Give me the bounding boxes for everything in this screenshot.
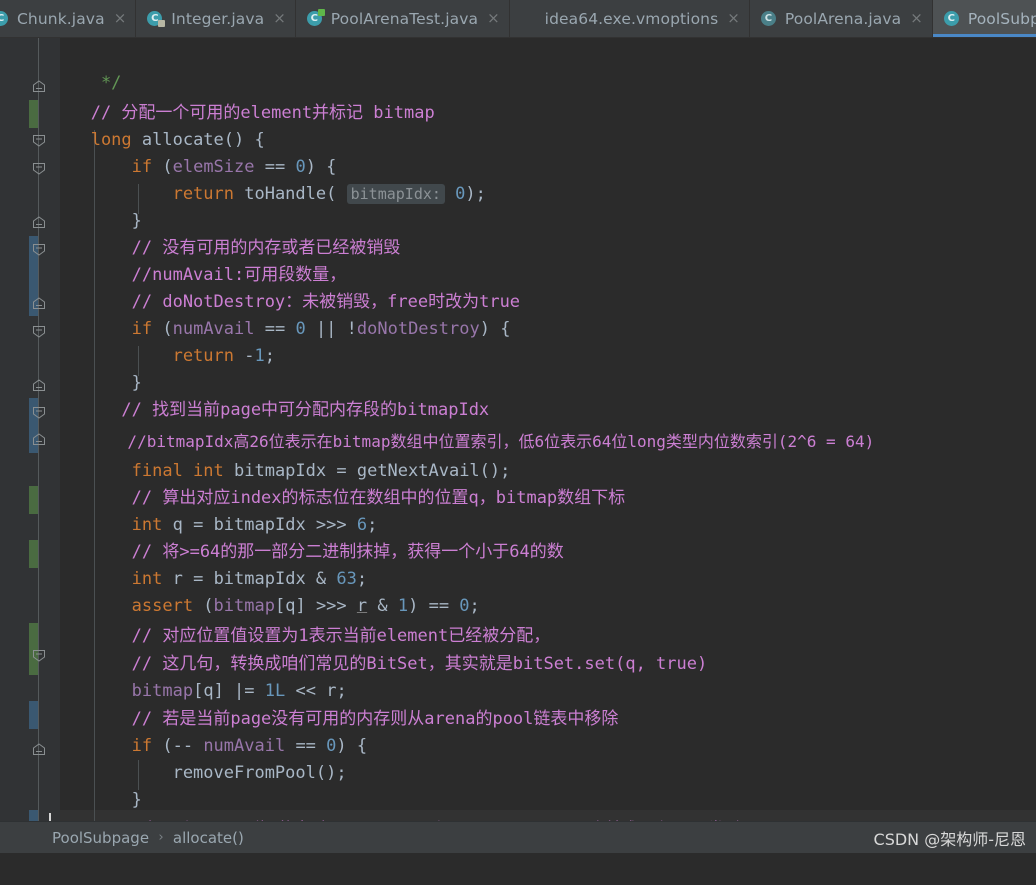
java-test-class-icon: C: [307, 10, 324, 27]
java-class-icon: C: [0, 10, 10, 27]
code-line: // 将>=64的那一部分二进制抹掉，获得一个小于64的数: [60, 539, 564, 566]
code-line: */: [60, 70, 121, 97]
editor-tab-bar[interactable]: C Chunk.java × C Integer.java × C PoolAr…: [0, 0, 1036, 38]
code-fold-handle-expand[interactable]: [32, 243, 46, 256]
code-line: final int bitmapIdx = getNextAvail();: [60, 458, 510, 485]
code-fold-handle-collapse[interactable]: [32, 743, 46, 756]
editor-tab-poolsubpage-java[interactable]: C PoolSubpage.java ×: [933, 0, 1036, 37]
vcs-change-marker-modified[interactable]: [29, 701, 38, 729]
editor-tab-integer-java[interactable]: C Integer.java ×: [136, 0, 296, 37]
code-line: bitmap[q] |= 1L << r;: [60, 678, 347, 705]
code-line: int q = bitmapIdx >>> 6;: [60, 512, 377, 539]
code-line: assert (bitmap[q] >>> r & 1) == 0;: [60, 593, 480, 620]
code-line: if (elemSize == 0) {: [60, 154, 336, 181]
editor-tab-label: PoolArenaTest.java: [331, 10, 478, 28]
code-fold-handle-collapse[interactable]: [32, 80, 46, 93]
code-fold-handle-collapse[interactable]: [32, 433, 46, 446]
breadcrumb[interactable]: PoolSubpage › allocate() CSDN @架构师-尼恩: [0, 821, 1036, 853]
code-line: long allocate() {: [60, 127, 265, 154]
code-line: removeFromPool();: [60, 760, 347, 787]
watermark-text: CSDN @架构师-尼恩: [874, 826, 1026, 850]
tab-close-icon[interactable]: ×: [112, 11, 127, 26]
tab-close-icon[interactable]: ×: [725, 11, 740, 26]
code-line: }: [60, 370, 142, 397]
java-class-library-icon: C: [147, 10, 164, 27]
editor-tab-label: Chunk.java: [17, 10, 105, 28]
breadcrumb-class[interactable]: PoolSubpage: [52, 829, 149, 847]
code-fold-handle-collapse[interactable]: [32, 216, 46, 229]
editor-tab-poolarena-java[interactable]: C PoolArena.java ×: [750, 0, 933, 37]
vcs-change-marker-added[interactable]: [29, 486, 38, 514]
code-line: // 没有可用的内存或者已经被销毁: [60, 235, 400, 262]
vcs-change-marker-added[interactable]: [29, 540, 38, 568]
code-line: // 分配一个可用的element并标记 bitmap: [60, 100, 435, 127]
code-fold-handle-collapse[interactable]: [32, 379, 46, 392]
code-line: // 这几句，转换成咱们常见的BitSet，其实就是bitSet.set(q, …: [60, 651, 707, 678]
editor-tab-label: idea64.exe.vmoptions: [545, 10, 719, 28]
java-class-dim-icon: C: [761, 10, 778, 27]
code-editor[interactable]: */ // 分配一个可用的element并标记 bitmap long allo…: [0, 38, 1036, 853]
tab-close-icon[interactable]: ×: [908, 11, 923, 26]
code-fold-handle-expand[interactable]: [32, 406, 46, 419]
code-fold-handle-expand[interactable]: [32, 325, 46, 338]
code-line: //numAvail:可用段数量，: [60, 262, 346, 289]
code-line: // 对应位置值设置为1表示当前element已经被分配，: [60, 623, 550, 650]
editor-tab-label: PoolSubpage.java: [968, 10, 1036, 28]
code-line: //bitmapIdx高26位表示在bitmap数组中位置索引，低6位表示64位…: [60, 428, 874, 455]
tab-close-icon[interactable]: ×: [485, 11, 500, 26]
editor-gutter[interactable]: [0, 38, 60, 853]
code-line: if (numAvail == 0 || !doNotDestroy) {: [60, 316, 510, 343]
editor-tab-chunk-java[interactable]: C Chunk.java ×: [0, 0, 136, 37]
editor-tab-poolarenatest-java[interactable]: C PoolArenaTest.java ×: [296, 0, 510, 37]
code-line: return toHandle( bitmapIdx: 0);: [60, 181, 486, 208]
code-fold-handle-collapse[interactable]: [32, 297, 46, 310]
parameter-hint: bitmapIdx:: [347, 184, 445, 204]
code-text-area[interactable]: */ // 分配一个可用的element并标记 bitmap long allo…: [60, 38, 1036, 853]
editor-tab-idea64-vmoptions[interactable]: idea64.exe.vmoptions ×: [510, 0, 750, 37]
vcs-change-marker-added[interactable]: [29, 100, 38, 128]
code-line: // 算出对应index的标志位在数组中的位置q，bitmap数组下标: [60, 485, 625, 512]
code-line: }: [60, 787, 142, 814]
code-line: int r = bitmapIdx & 63;: [60, 566, 367, 593]
editor-tab-label: Integer.java: [171, 10, 264, 28]
code-line: return -1;: [60, 343, 275, 370]
code-fold-handle-expand[interactable]: [32, 649, 46, 662]
code-fold-handle-expand[interactable]: [32, 162, 46, 175]
code-line: // 若是当前page没有可用的内存则从arena的pool链表中移除: [60, 706, 618, 733]
code-line: // doNotDestroy：未被销毁，free时改为true: [60, 289, 520, 316]
code-fold-handle-expand[interactable]: [32, 134, 46, 147]
breadcrumb-method[interactable]: allocate(): [173, 829, 244, 847]
code-line: // 找到当前page中可分配内存段的bitmapIdx: [60, 397, 489, 424]
code-line: }: [60, 208, 142, 235]
tab-close-icon[interactable]: ×: [271, 11, 286, 26]
java-class-icon: C: [944, 10, 961, 27]
text-file-icon: [521, 10, 538, 27]
editor-tab-label: PoolArena.java: [785, 10, 901, 28]
code-line: if (-- numAvail == 0) {: [60, 733, 367, 760]
chevron-right-icon: ›: [157, 830, 165, 845]
